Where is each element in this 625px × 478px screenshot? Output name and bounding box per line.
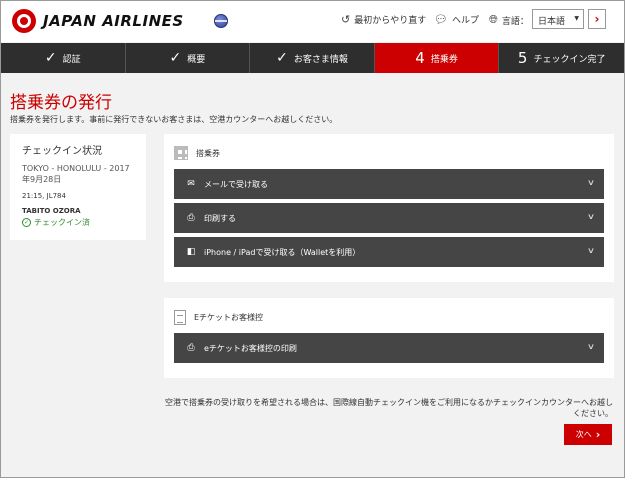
next-button[interactable]: 次へ › [564, 424, 612, 445]
option-label: eチケットお客様控の印刷 [204, 343, 297, 353]
next-label: 次へ [575, 430, 592, 439]
boarding-pass-header: 搭乗券 [174, 144, 604, 162]
language-label-group: 🌐︎ 言語： [489, 13, 529, 27]
chevron-down-icon: ∨ [586, 246, 596, 255]
option-label: 印刷する [204, 213, 236, 223]
step-label: 概要 [187, 54, 206, 65]
print-eticket-button[interactable]: ⎙ eチケットお客様控の印刷 ∨ [174, 333, 604, 363]
brand-name: JAPAN AIRLINES [43, 12, 184, 30]
boarding-pass-heading: 搭乗券 [196, 148, 220, 158]
language-value: 日本語 [538, 17, 566, 27]
progress-steps: ✓ 認証 ✓ 概要 ✓ お客さま情報 4 搭乗券 5 チェックイン完了 [1, 43, 624, 73]
printer-icon: ⎙ [187, 213, 195, 223]
globe-icon: 🌐︎ [489, 13, 498, 26]
step-label: 搭乗券 [430, 54, 458, 65]
check-circle-icon: ✓ [22, 218, 31, 227]
status-text: チェックイン済 [34, 218, 90, 227]
step-overview: ✓ 概要 [126, 43, 251, 73]
step-label: チェックイン完了 [533, 54, 606, 65]
language-go-button[interactable]: › [588, 9, 606, 29]
step-customer-info: ✓ お客さま情報 [250, 43, 375, 73]
language-select[interactable]: 日本語 ▼ [532, 9, 584, 29]
step-checkin-complete: 5 チェックイン完了 [499, 43, 624, 73]
help-link[interactable]: 💬︎ ヘルプ [434, 13, 479, 26]
passenger-name: TABITO OZORA [22, 207, 81, 215]
airport-pickup-note: 空港で搭乗券の受け取りを希望される場合は、国際線自動チェックイン機をご利用になる… [165, 398, 613, 418]
step-number: 5 [517, 49, 528, 67]
eticket-heading: Eチケットお客様控 [194, 312, 264, 322]
check-icon: ✓ [44, 50, 57, 66]
receive-by-email-button[interactable]: ✉ メールで受け取る ∨ [174, 169, 604, 199]
check-icon: ✓ [169, 50, 182, 66]
wallet-button[interactable]: ◧ iPhone / iPadで受け取る（Walletを利用） ∨ [174, 237, 604, 267]
status-badge: ✓ チェックイン済 [22, 217, 134, 228]
printer-icon: ⎙ [187, 343, 195, 353]
oneworld-icon [214, 14, 228, 28]
site-header: JAPAN AIRLINES ↺ 最初からやり直す 💬︎ ヘルプ 🌐︎ 言語： … [1, 1, 624, 42]
print-button[interactable]: ⎙ 印刷する ∨ [174, 203, 604, 233]
help-label: ヘルプ [451, 16, 479, 26]
route-date: TOKYO - HONOLULU - 2017年9月28日 [22, 164, 130, 184]
restart-link[interactable]: ↺ 最初からやり直す [341, 13, 426, 26]
mail-icon: ✉ [187, 179, 195, 189]
wallet-icon: ◧ [186, 247, 196, 257]
language-label: 言語： [501, 16, 529, 27]
restart-label: 最初からやり直す [354, 16, 427, 26]
eticket-panel: Eチケットお客様控 ⎙ eチケットお客様控の印刷 ∨ [164, 298, 614, 378]
status-heading: チェックイン状況 [22, 146, 102, 157]
step-number: 4 [415, 49, 425, 67]
boarding-pass-panel: 搭乗券 ✉ メールで受け取る ∨ ⎙ 印刷する ∨ ◧ iPhone / iPa… [164, 134, 614, 282]
document-icon [174, 309, 186, 325]
chevron-right-icon: › [595, 428, 601, 441]
eticket-header: Eチケットお客様控 [174, 308, 604, 326]
option-label: メールで受け取る [204, 179, 268, 189]
step-boarding-pass: 4 搭乗券 [374, 43, 500, 73]
chevron-down-icon: ∨ [586, 342, 596, 351]
step-label: お客さま情報 [293, 54, 348, 65]
step-label: 認証 [62, 54, 81, 65]
qr-code-icon [174, 146, 188, 160]
check-icon: ✓ [276, 50, 288, 66]
chevron-down-icon: ∨ [586, 178, 596, 187]
option-label: iPhone / iPadで受け取る（Walletを利用） [204, 247, 361, 257]
restart-icon: ↺ [341, 13, 351, 26]
flight-info: 21:15, JL784 [22, 192, 66, 200]
jal-logo[interactable]: JAPAN AIRLINES [12, 9, 184, 33]
crane-logo-icon [12, 9, 36, 33]
chevron-down-icon: ∨ [586, 212, 596, 221]
chat-bubble-icon: 💬︎ [434, 13, 448, 26]
page-subtitle: 搭乗券を発行します。事前に発行できないお客さまは、空港カウンターへお越しください… [10, 115, 338, 124]
page-title: 搭乗券の発行 [10, 93, 112, 113]
step-authentication: ✓ 認証 [1, 43, 126, 73]
caret-down-icon: ▼ [574, 15, 579, 22]
checkin-status-card: チェックイン状況 TOKYO - HONOLULU - 2017年9月28日 2… [10, 134, 146, 240]
